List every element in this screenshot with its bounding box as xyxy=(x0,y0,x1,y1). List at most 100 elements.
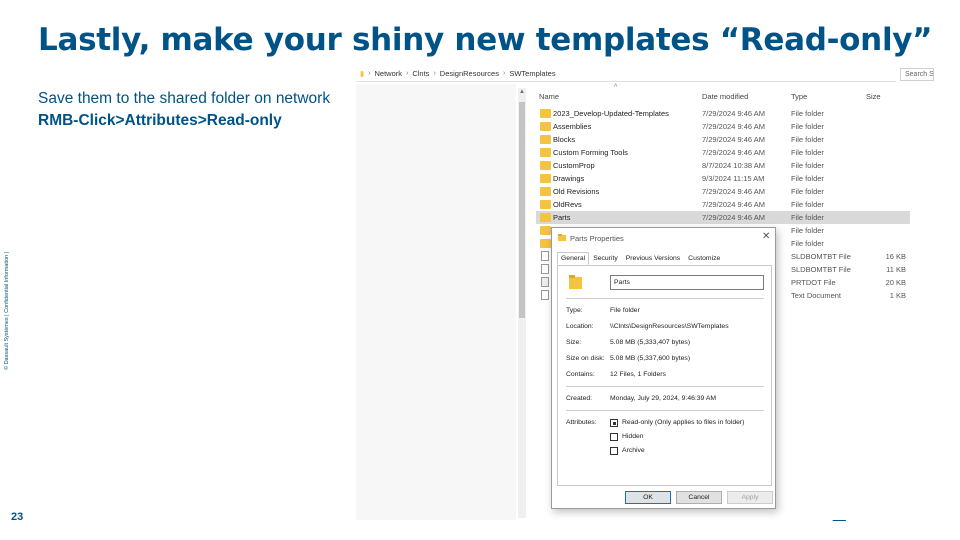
prop-value-size-on-disk: 5.08 MB (5,337,600 bytes) xyxy=(610,355,691,362)
navigation-pane xyxy=(356,84,516,520)
folder-icon xyxy=(540,135,551,144)
divider xyxy=(566,386,764,387)
file-size: 20 KB xyxy=(885,278,906,287)
file-type: File folder xyxy=(791,226,824,235)
file-type: File folder xyxy=(791,187,824,196)
prop-label-contains: Contains: xyxy=(566,371,595,378)
close-icon[interactable]: ✕ xyxy=(762,231,770,242)
file-row[interactable]: Parts 7/29/2024 9:46 AM File folder xyxy=(536,211,910,224)
column-size[interactable]: Size xyxy=(866,92,881,101)
file-icon xyxy=(541,290,549,300)
prop-value-contains: 12 Files, 1 Folders xyxy=(610,371,666,378)
file-row[interactable]: Blocks 7/29/2024 9:46 AM File folder xyxy=(536,133,910,146)
file-type: File folder xyxy=(791,200,824,209)
file-type: File folder xyxy=(791,148,824,157)
file-size: 16 KB xyxy=(885,252,906,261)
folder-name-input[interactable]: Parts xyxy=(610,275,764,290)
tab-general[interactable]: General xyxy=(557,252,590,265)
slide-instruction: RMB-Click>Attributes>Read-only xyxy=(38,112,282,129)
folder-icon xyxy=(540,109,551,118)
archive-checkbox[interactable] xyxy=(610,447,618,455)
folder-icon xyxy=(540,161,551,170)
folder-icon xyxy=(540,226,551,235)
file-row[interactable]: OldRevs 7/29/2024 9:46 AM File folder xyxy=(536,198,910,211)
column-name[interactable]: Name xyxy=(539,92,559,101)
nav-scrollbar[interactable]: ▲ xyxy=(518,88,526,518)
slide: Lastly, make your shiny new templates “R… xyxy=(0,0,960,540)
file-type: File folder xyxy=(791,122,824,131)
ok-button[interactable]: OK xyxy=(625,491,671,504)
column-headers: Name Date modified Type Size xyxy=(534,88,914,104)
hidden-label[interactable]: Hidden xyxy=(622,433,644,440)
file-name: Old Revisions xyxy=(553,187,600,196)
file-name: Assemblies xyxy=(553,122,592,131)
address-bar[interactable]: ▮ › Network › Clnts › DesignResources › … xyxy=(356,66,896,82)
folder-icon xyxy=(540,148,551,157)
file-type: File folder xyxy=(791,161,824,170)
breadcrumb-designresources[interactable]: DesignResources xyxy=(440,69,499,78)
attributes-label: Attributes: xyxy=(566,419,597,426)
folder-icon xyxy=(540,187,551,196)
file-type: File folder xyxy=(791,109,824,118)
file-icon xyxy=(541,277,549,287)
read-only-label[interactable]: Read-only (Only applies to files in fold… xyxy=(622,419,744,426)
search-input[interactable]: Search S xyxy=(900,68,934,81)
tab-previous-versions[interactable]: Previous Versions xyxy=(622,252,684,265)
file-name: Drawings xyxy=(553,174,585,183)
slide-subtitle: Save them to the shared folder on networ… xyxy=(38,90,331,107)
file-date: 7/29/2024 9:46 AM xyxy=(702,200,765,209)
file-row[interactable]: CustomProp 8/7/2024 10:38 AM File folder xyxy=(536,159,910,172)
read-only-checkbox[interactable] xyxy=(610,419,618,427)
file-date: 9/3/2024 11:15 AM xyxy=(702,174,765,183)
column-date[interactable]: Date modified xyxy=(702,92,748,101)
slide-title: Lastly, make your shiny new templates “R… xyxy=(38,22,933,58)
file-name: Blocks xyxy=(553,135,576,144)
file-icon xyxy=(541,264,549,274)
hidden-checkbox[interactable] xyxy=(610,433,618,441)
prop-value-location: \\Clnts\DesignResources\SWTemplates xyxy=(610,323,729,330)
tab-customize[interactable]: Customize xyxy=(684,252,724,265)
folder-icon xyxy=(540,200,551,209)
tab-security[interactable]: Security xyxy=(589,252,622,265)
file-date: 7/29/2024 9:46 AM xyxy=(702,187,765,196)
file-type: File folder xyxy=(791,135,824,144)
prop-label-size: Size: xyxy=(566,339,582,346)
folder-icon xyxy=(558,234,566,241)
column-type[interactable]: Type xyxy=(791,92,807,101)
divider xyxy=(566,410,764,411)
prop-value-created: Monday, July 29, 2024, 9:46:39 AM xyxy=(610,395,717,402)
file-date: 7/29/2024 9:46 AM xyxy=(702,148,765,157)
prop-label-size-on-disk: Size on disk: xyxy=(566,355,605,362)
file-type: Text Document xyxy=(791,291,842,300)
file-row[interactable]: Assemblies 7/29/2024 9:46 AM File folder xyxy=(536,120,910,133)
breadcrumb-clnts[interactable]: Clnts xyxy=(412,69,429,78)
file-type: SLDBOMTBT File xyxy=(791,265,851,274)
folder-icon xyxy=(540,174,551,183)
properties-dialog: Parts Properties ✕ General Security Prev… xyxy=(551,227,776,509)
scroll-up-icon[interactable]: ▲ xyxy=(518,89,526,97)
file-date: 7/29/2024 9:46 AM xyxy=(702,135,765,144)
breadcrumb-network[interactable]: Network xyxy=(374,69,402,78)
breadcrumb-swtemplates[interactable]: SWTemplates xyxy=(509,69,555,78)
file-row[interactable]: Drawings 9/3/2024 11:15 AM File folder xyxy=(536,172,910,185)
archive-label[interactable]: Archive xyxy=(622,447,645,454)
address-icon: ▮ xyxy=(360,69,365,78)
file-row[interactable]: Custom Forming Tools 7/29/2024 9:46 AM Fil… xyxy=(536,146,910,159)
file-size: 1 KB xyxy=(889,291,906,300)
file-icon xyxy=(541,251,549,261)
file-date: 7/29/2024 9:46 AM xyxy=(702,213,765,222)
divider xyxy=(566,298,764,299)
scroll-thumb[interactable] xyxy=(519,102,525,318)
folder-icon xyxy=(540,239,551,248)
file-row[interactable]: Old Revisions 7/29/2024 9:46 AM File folde… xyxy=(536,185,910,198)
file-name: Parts xyxy=(553,213,571,222)
dialog-title: Parts Properties xyxy=(570,234,624,243)
prop-label-type: Type: xyxy=(566,307,583,314)
prop-value-type: File folder xyxy=(610,307,640,314)
cancel-button[interactable]: Cancel xyxy=(676,491,722,504)
file-row[interactable]: 2023_Develop-Updated-Templates 7/29/2024 … xyxy=(536,107,910,120)
general-panel: Parts Type: File folder Location: \\Clnt… xyxy=(557,265,772,486)
prop-label-location: Location: xyxy=(566,323,594,330)
file-date: 7/29/2024 9:46 AM xyxy=(702,122,765,131)
apply-button[interactable]: Apply xyxy=(727,491,773,504)
